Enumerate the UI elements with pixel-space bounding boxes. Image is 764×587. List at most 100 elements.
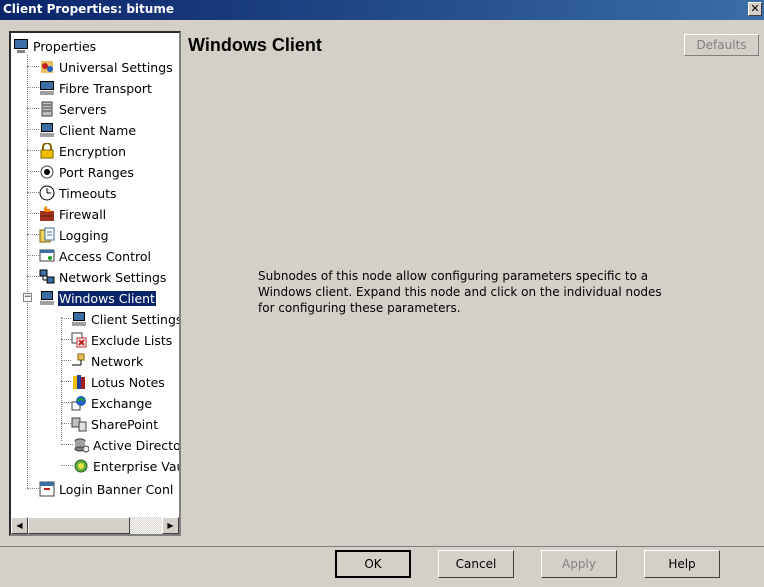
tree-connector-line — [61, 318, 71, 319]
tree-item-label: SharePoint — [91, 416, 159, 432]
tree-item-network-settings[interactable]: Network Settings — [39, 267, 167, 287]
properties-tree[interactable]: − Properties Universal Settings Fibre Tr… — [9, 31, 181, 536]
network-plug-icon — [72, 353, 85, 366]
tree-item-label: Universal Settings — [59, 59, 173, 75]
scroll-left-icon: ◀ — [16, 521, 23, 530]
exchange-icon — [71, 396, 86, 411]
tree-item-universal-settings[interactable]: Universal Settings — [39, 57, 174, 77]
tree-horizontal-scrollbar[interactable]: ◀ ▶ — [11, 517, 179, 534]
active-directory-icon — [74, 438, 89, 453]
tree-item-timeouts[interactable]: Timeouts — [39, 183, 118, 203]
tree-connector-line — [61, 360, 71, 361]
tree-item-encryption[interactable]: Encryption — [39, 141, 127, 161]
tree-connector-line — [27, 255, 39, 256]
tree-item-label: Network — [91, 353, 144, 369]
tree-item-label: Active Directo — [93, 437, 181, 453]
title-bar: Client Properties: bitume ✕ — [0, 0, 764, 20]
tree-item-label: Fibre Transport — [59, 80, 152, 96]
tree-item-label: Properties — [33, 38, 97, 54]
tree-item-exclude-lists[interactable]: Exclude Lists — [71, 330, 173, 350]
tree-item-access-control[interactable]: Access Control — [39, 246, 152, 266]
tree-connector-line — [27, 87, 39, 88]
tree-item-label: Exchange — [91, 395, 153, 411]
tree-connector-line — [27, 66, 39, 67]
help-button[interactable]: Help — [644, 550, 720, 578]
tree-connector-line — [27, 171, 39, 172]
network-icon — [39, 269, 55, 284]
tree-connector-line — [27, 129, 39, 130]
tree-connector-line — [61, 423, 71, 424]
lock-icon — [40, 143, 54, 159]
tree-connector-line — [27, 108, 39, 109]
tree-item-label: Windows Client — [57, 289, 157, 307]
tree-item-label: Port Ranges — [59, 164, 134, 180]
clock-icon — [39, 185, 55, 201]
tree-connector-line — [27, 192, 39, 193]
tree-item-client-name[interactable]: Client Name — [39, 120, 137, 140]
tree-connector-line — [61, 444, 73, 445]
computer-icon — [72, 312, 86, 326]
tree-item-active-directory[interactable]: Active Directo — [73, 435, 181, 455]
tree-item-network[interactable]: Network — [71, 351, 144, 371]
tree-item-properties[interactable]: Properties — [13, 36, 97, 56]
tree-item-label: Timeouts — [59, 185, 117, 201]
access-control-icon — [39, 249, 55, 262]
cancel-button[interactable]: Cancel — [438, 550, 514, 578]
tree-item-label: Client Name — [59, 122, 137, 138]
log-icon — [39, 227, 55, 243]
scroll-left-button[interactable]: ◀ — [11, 517, 28, 534]
tree-item-firewall[interactable]: Firewall — [39, 204, 107, 224]
tree-item-client-settings[interactable]: Client Settings — [71, 309, 181, 329]
tree-item-enterprise-vault[interactable]: Enterprise Vau — [73, 456, 181, 476]
monitor-icon — [40, 81, 54, 95]
computer-icon — [40, 291, 54, 305]
description-text: Subnodes of this node allow configuring … — [258, 269, 662, 315]
tree-item-logging[interactable]: Logging — [39, 225, 110, 245]
tree-item-port-ranges[interactable]: Port Ranges — [39, 162, 135, 182]
exclude-icon — [71, 332, 87, 348]
enterprise-vault-icon — [74, 459, 88, 473]
tree-item-label: Logging — [59, 227, 109, 243]
banner-icon — [39, 481, 55, 497]
collapse-toggle[interactable]: − — [23, 293, 32, 302]
tree-item-servers[interactable]: Servers — [39, 99, 108, 119]
tree-item-login-banner[interactable]: Login Banner Conl — [39, 479, 174, 499]
tree-connector-line — [27, 213, 39, 214]
tree-item-label: Client Settings — [91, 311, 181, 327]
tree-item-label: Enterprise Vau — [93, 458, 181, 474]
tree-item-label: Network Settings — [59, 269, 167, 285]
tree-connector-line — [27, 276, 39, 277]
defaults-button[interactable]: Defaults — [684, 34, 759, 56]
tree-connector-line — [61, 339, 71, 340]
close-button[interactable]: ✕ — [748, 2, 762, 16]
scroll-thumb[interactable] — [28, 517, 130, 534]
tree-item-label: Firewall — [59, 206, 107, 222]
tree-connector-line — [61, 381, 71, 382]
tree-item-sharepoint[interactable]: SharePoint — [71, 414, 159, 434]
scroll-right-button[interactable]: ▶ — [162, 517, 179, 534]
servers-icon — [41, 101, 53, 117]
tree-item-label: Servers — [59, 101, 107, 117]
ok-button[interactable]: OK — [335, 550, 411, 578]
apply-button[interactable]: Apply — [541, 550, 617, 578]
tree-item-windows-client[interactable]: Windows Client — [39, 288, 157, 308]
page-title: Windows Client — [188, 35, 322, 55]
computer-icon — [40, 123, 54, 137]
firewall-icon — [40, 206, 54, 221]
client-properties-dialog: Client Properties: bitume ✕ − Properties… — [0, 0, 764, 587]
close-icon: ✕ — [750, 2, 760, 15]
window-title: Client Properties: bitume — [3, 2, 174, 16]
tree-item-fibre-transport[interactable]: Fibre Transport — [39, 78, 153, 98]
tree-connector-line — [27, 488, 39, 489]
tree-item-label: Access Control — [59, 248, 151, 264]
tree-connector-line — [61, 465, 73, 466]
tree-connector-line — [27, 234, 39, 235]
tree-connector-line — [27, 150, 39, 151]
tree-item-label: Encryption — [59, 143, 127, 159]
lotus-icon — [73, 375, 85, 389]
tree-item-lotus-notes[interactable]: Lotus Notes — [71, 372, 166, 392]
tree-item-label: Exclude Lists — [91, 332, 173, 348]
radio-icon — [40, 165, 54, 179]
tree-item-exchange[interactable]: Exchange — [71, 393, 153, 413]
tree-item-label: Lotus Notes — [91, 374, 165, 390]
